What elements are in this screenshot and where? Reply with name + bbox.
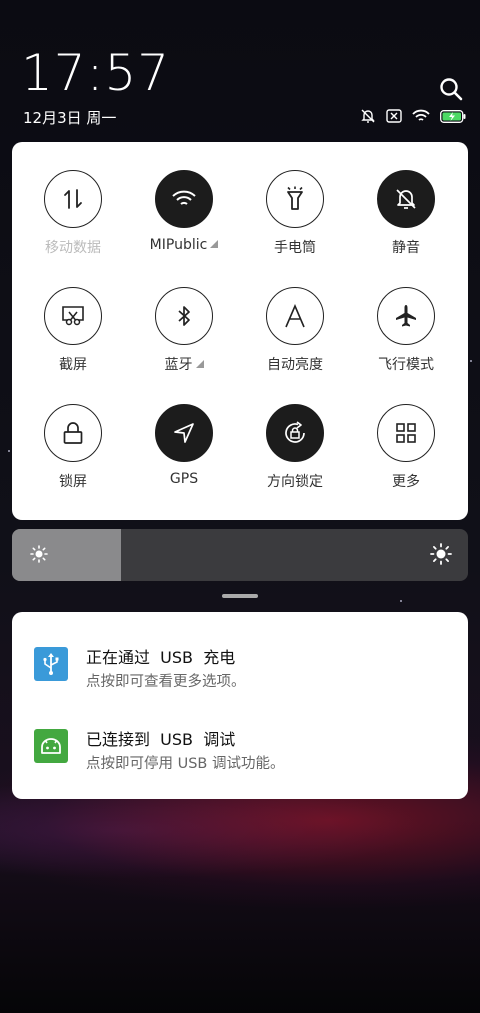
tile-label: 静音	[392, 240, 420, 256]
star	[8, 450, 10, 452]
notification-subtitle: 点按即可查看更多选项。	[86, 674, 246, 690]
notification-title: 正在通过 USB 充电	[86, 648, 236, 667]
tile-screenshot[interactable]: 截屏	[16, 287, 130, 374]
notification-usb-debugging[interactable]: 已连接到 USB 调试 点按即可停用 USB 调试功能。	[12, 716, 468, 786]
lock-icon	[44, 404, 102, 462]
auto-brightness-icon	[266, 287, 324, 345]
battery-charging-icon	[440, 109, 466, 123]
mute-bell-icon	[377, 170, 435, 228]
wifi-icon	[412, 109, 430, 121]
tile-label: GPS	[169, 471, 199, 487]
expand-arrow-icon	[210, 240, 219, 248]
airplane-icon	[377, 287, 435, 345]
tile-label: 自动亮度	[267, 357, 323, 373]
tile-airplane[interactable]: 飞行模式	[349, 287, 463, 374]
status-icons	[360, 108, 466, 124]
grid-icon	[377, 404, 435, 462]
tile-label: 蓝牙	[164, 357, 193, 373]
tile-label: 锁屏	[59, 474, 87, 490]
tile-mute[interactable]: 静音	[349, 170, 463, 257]
usb-icon	[34, 647, 68, 681]
notification-title: 已连接到 USB 调试	[86, 730, 236, 749]
tile-gps[interactable]: GPS	[127, 404, 241, 487]
tile-label: 手电筒	[274, 240, 316, 256]
bluetooth-icon	[155, 287, 213, 345]
gps-icon	[155, 404, 213, 462]
flashlight-icon	[266, 170, 324, 228]
notification-panel: 正在通过 USB 充电 点按即可查看更多选项。 已连接到 USB 调试 点按即可…	[12, 612, 468, 799]
tile-label: 飞行模式	[378, 357, 434, 373]
tile-label: 移动数据	[45, 240, 101, 256]
bell-muted-icon	[361, 109, 375, 123]
tile-flashlight[interactable]: 手电筒	[238, 170, 352, 257]
brightness-low-icon	[30, 545, 48, 563]
brightness-high-icon	[430, 543, 452, 565]
star	[400, 600, 402, 602]
expand-arrow-icon	[195, 360, 204, 368]
tile-label: 截屏	[59, 357, 87, 373]
brightness-slider[interactable]	[12, 529, 468, 581]
sim-disabled-icon	[386, 109, 402, 123]
tile-rotation-lock[interactable]: 方向锁定	[238, 404, 352, 491]
tile-label: MIPublic	[149, 237, 208, 253]
tile-mobile-data[interactable]: 移动数据	[16, 170, 130, 257]
android-debug-icon	[34, 729, 68, 763]
mobile-data-icon	[44, 170, 102, 228]
clock-time: 17:57	[21, 44, 171, 102]
tile-lock-screen[interactable]: 锁屏	[16, 404, 130, 491]
notification-usb-charging[interactable]: 正在通过 USB 充电 点按即可查看更多选项。	[12, 634, 468, 704]
tile-wifi[interactable]: MIPublic	[127, 170, 241, 253]
date-label: 12月3日 周一	[23, 109, 117, 127]
search-icon[interactable]	[438, 76, 464, 102]
tile-auto-brightness[interactable]: 自动亮度	[238, 287, 352, 374]
tile-label: 方向锁定	[267, 474, 323, 490]
notification-subtitle: 点按即可停用 USB 调试功能。	[86, 756, 285, 772]
rotation-lock-icon	[266, 404, 324, 462]
star	[470, 360, 472, 362]
tile-label: 更多	[392, 474, 420, 490]
drag-handle[interactable]	[222, 594, 258, 598]
wifi-icon	[155, 170, 213, 228]
tile-more[interactable]: 更多	[349, 404, 463, 491]
screenshot-icon	[44, 287, 102, 345]
brightness-fill	[12, 529, 122, 581]
quick-settings-panel: 移动数据 MIPublic 手电筒 静音 截屏 蓝牙 自动亮度 飞行模式 锁屏 …	[12, 142, 468, 520]
tile-bluetooth[interactable]: 蓝牙	[127, 287, 241, 374]
